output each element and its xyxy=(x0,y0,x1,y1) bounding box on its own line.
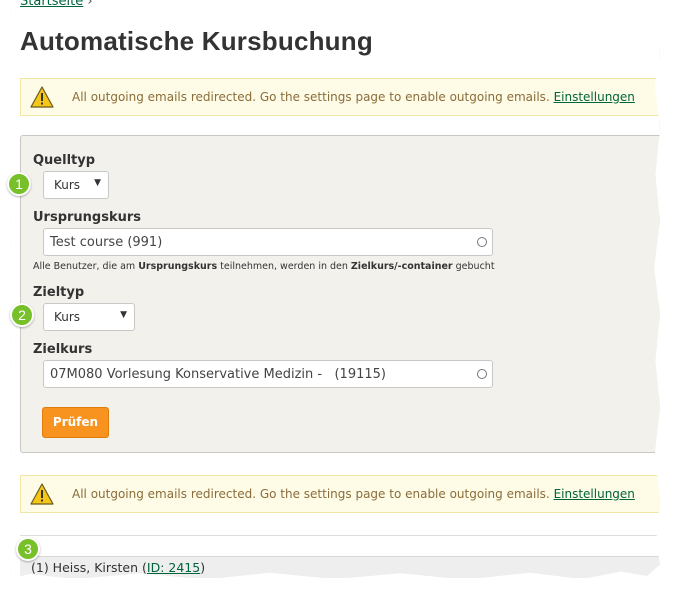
step-marker-1: 1 xyxy=(7,172,31,196)
target-course-label: Zielkurs xyxy=(33,342,93,357)
result-user: (1) Heiss, Kirsten ( xyxy=(31,560,147,575)
source-course-value: Test course (991) xyxy=(50,235,163,250)
page: Startseite › Automatische Kursbuchung Al… xyxy=(10,0,660,580)
help-text-part: gebucht xyxy=(452,261,495,272)
result-suffix: ) xyxy=(200,560,206,575)
target-type-value: Kurs xyxy=(54,310,81,324)
clear-icon[interactable] xyxy=(477,237,487,247)
divider xyxy=(20,535,660,536)
chevron-down-icon: ▼ xyxy=(120,310,127,320)
help-text-bold: Ursprungskurs xyxy=(138,261,218,272)
target-course-input[interactable]: 07M080 Vorlesung Konservative Medizin - … xyxy=(43,360,493,388)
breadcrumb: Startseite › xyxy=(20,0,93,9)
check-button[interactable]: Prüfen xyxy=(42,407,109,438)
help-text-part: teilnehmen, werden in den xyxy=(217,261,351,272)
step-marker-3: 3 xyxy=(16,537,40,561)
source-type-value: Kurs xyxy=(54,178,81,192)
warning-icon xyxy=(30,483,54,508)
warning-icon xyxy=(30,86,54,111)
page-title: Automatische Kursbuchung xyxy=(20,26,373,56)
warning-alert-top: All outgoing emails redirected. Go the s… xyxy=(20,78,660,116)
help-text: Alle Benutzer, die am Ursprungskurs teil… xyxy=(33,261,495,272)
breadcrumb-home-link[interactable]: Startseite xyxy=(20,0,83,9)
step-marker-2: 2 xyxy=(10,303,34,327)
alert-message: All outgoing emails redirected. Go the s… xyxy=(72,90,550,104)
warning-alert-bottom: All outgoing emails redirected. Go the s… xyxy=(20,475,660,513)
help-text-part: Alle Benutzer, die am xyxy=(33,261,139,272)
result-row: (1) Heiss, Kirsten (ID: 2415) xyxy=(20,556,660,578)
chevron-down-icon: ▼ xyxy=(94,178,101,188)
user-id-link[interactable]: ID: 2415 xyxy=(147,560,200,575)
source-type-label: Quelltyp xyxy=(33,153,96,168)
target-course-value: 07M080 Vorlesung Konservative Medizin - … xyxy=(50,367,386,382)
alert-message: All outgoing emails redirected. Go the s… xyxy=(72,487,550,501)
target-type-select[interactable]: Kurs ▼ xyxy=(43,303,135,331)
booking-form: Quelltyp Kurs ▼ Ursprungskurs Test cours… xyxy=(20,135,660,453)
settings-link[interactable]: Einstellungen xyxy=(554,487,635,501)
source-course-label: Ursprungskurs xyxy=(33,210,142,225)
source-type-select[interactable]: Kurs ▼ xyxy=(43,171,109,199)
target-type-label: Zieltyp xyxy=(33,285,85,300)
help-text-bold: Zielkurs/-container xyxy=(350,261,453,272)
source-course-input[interactable]: Test course (991) xyxy=(43,228,493,256)
clear-icon[interactable] xyxy=(477,369,487,379)
settings-link[interactable]: Einstellungen xyxy=(554,90,635,104)
breadcrumb-separator: › xyxy=(87,0,93,9)
